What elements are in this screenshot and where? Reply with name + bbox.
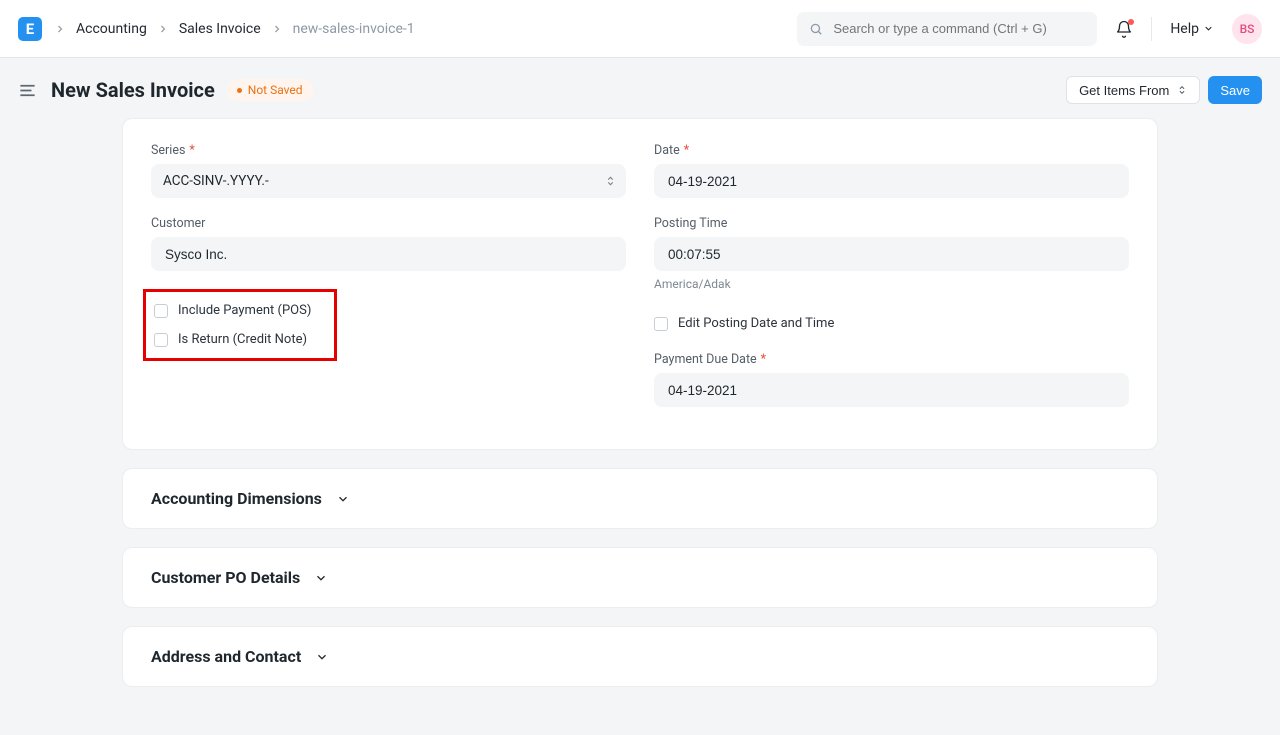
section-title: Accounting Dimensions xyxy=(151,489,322,508)
payment-due-text[interactable] xyxy=(666,382,1117,399)
customer-text[interactable] xyxy=(163,246,614,263)
page-header: New Sales Invoice Not Saved Get Items Fr… xyxy=(0,58,1280,118)
chevron-right-icon xyxy=(271,23,283,35)
checkbox-icon xyxy=(654,317,668,331)
help-menu[interactable]: Help xyxy=(1170,21,1214,37)
header-actions: Get Items From Save xyxy=(1066,76,1262,104)
topbar-right: Help BS xyxy=(797,12,1262,46)
breadcrumb-current: new-sales-invoice-1 xyxy=(293,21,415,37)
chevron-down-icon xyxy=(315,650,329,664)
customer-field: Customer xyxy=(151,216,626,271)
breadcrumb-sales-invoice[interactable]: Sales Invoice xyxy=(179,21,261,37)
posting-time-input[interactable] xyxy=(654,237,1129,271)
series-field: Series* ACC-SINV-.YYYY.- xyxy=(151,143,626,198)
payment-due-date-input[interactable] xyxy=(654,373,1129,407)
highlighted-checkbox-group: Include Payment (POS) Is Return (Credit … xyxy=(143,289,337,361)
chevron-right-icon xyxy=(54,23,66,35)
is-return-checkbox[interactable]: Is Return (Credit Note) xyxy=(146,325,326,354)
section-customer-po[interactable]: Customer PO Details xyxy=(122,547,1158,608)
details-card: Series* ACC-SINV-.YYYY.- Customer xyxy=(122,118,1158,450)
edit-posting-checkbox[interactable]: Edit Posting Date and Time xyxy=(654,309,1129,338)
search-input[interactable] xyxy=(797,12,1097,46)
status-badge: Not Saved xyxy=(227,79,313,101)
select-icon xyxy=(605,174,616,188)
checkbox-icon xyxy=(154,333,168,347)
checkbox-icon xyxy=(154,304,168,318)
chevron-down-icon xyxy=(1203,23,1214,34)
include-payment-checkbox[interactable]: Include Payment (POS) xyxy=(146,296,326,325)
series-select[interactable]: ACC-SINV-.YYYY.- xyxy=(151,164,626,198)
section-title: Address and Contact xyxy=(151,647,301,666)
date-field: Date* xyxy=(654,143,1129,198)
page-title: New Sales Invoice xyxy=(51,78,215,102)
avatar[interactable]: BS xyxy=(1232,14,1262,44)
posting-time-field: Posting Time America/Adak xyxy=(654,216,1129,291)
save-button[interactable]: Save xyxy=(1208,76,1262,104)
main-container: Series* ACC-SINV-.YYYY.- Customer xyxy=(0,118,1280,735)
topbar: E Accounting Sales Invoice new-sales-inv… xyxy=(0,0,1280,58)
chevron-right-icon xyxy=(157,23,169,35)
chevron-down-icon xyxy=(314,571,328,585)
include-payment-label: Include Payment (POS) xyxy=(178,303,311,318)
search-icon xyxy=(809,22,823,36)
chevron-down-icon xyxy=(336,492,350,506)
customer-input[interactable] xyxy=(151,237,626,271)
section-title: Customer PO Details xyxy=(151,568,300,587)
select-icon xyxy=(1177,84,1187,96)
divider xyxy=(1151,17,1152,41)
menu-icon[interactable] xyxy=(18,81,37,100)
notification-bell-icon[interactable] xyxy=(1115,20,1133,38)
payment-due-date-field: Payment Due Date* xyxy=(654,352,1129,407)
section-address-contact[interactable]: Address and Contact xyxy=(122,626,1158,687)
date-text[interactable] xyxy=(666,173,1117,190)
edit-posting-label: Edit Posting Date and Time xyxy=(678,316,834,331)
get-items-from-button[interactable]: Get Items From xyxy=(1066,76,1200,104)
breadcrumb-accounting[interactable]: Accounting xyxy=(76,21,147,37)
right-column: Date* Posting Time America/Adak Edit Pos… xyxy=(654,143,1129,425)
date-input[interactable] xyxy=(654,164,1129,198)
left-column: Series* ACC-SINV-.YYYY.- Customer xyxy=(151,143,626,425)
is-return-label: Is Return (Credit Note) xyxy=(178,332,307,347)
search-field[interactable] xyxy=(831,20,1085,37)
timezone-helper: America/Adak xyxy=(654,277,1129,291)
help-label: Help xyxy=(1170,21,1199,37)
posting-time-text[interactable] xyxy=(666,246,1117,263)
breadcrumb: Accounting Sales Invoice new-sales-invoi… xyxy=(54,21,415,37)
section-accounting-dimensions[interactable]: Accounting Dimensions xyxy=(122,468,1158,529)
app-logo[interactable]: E xyxy=(18,17,42,41)
